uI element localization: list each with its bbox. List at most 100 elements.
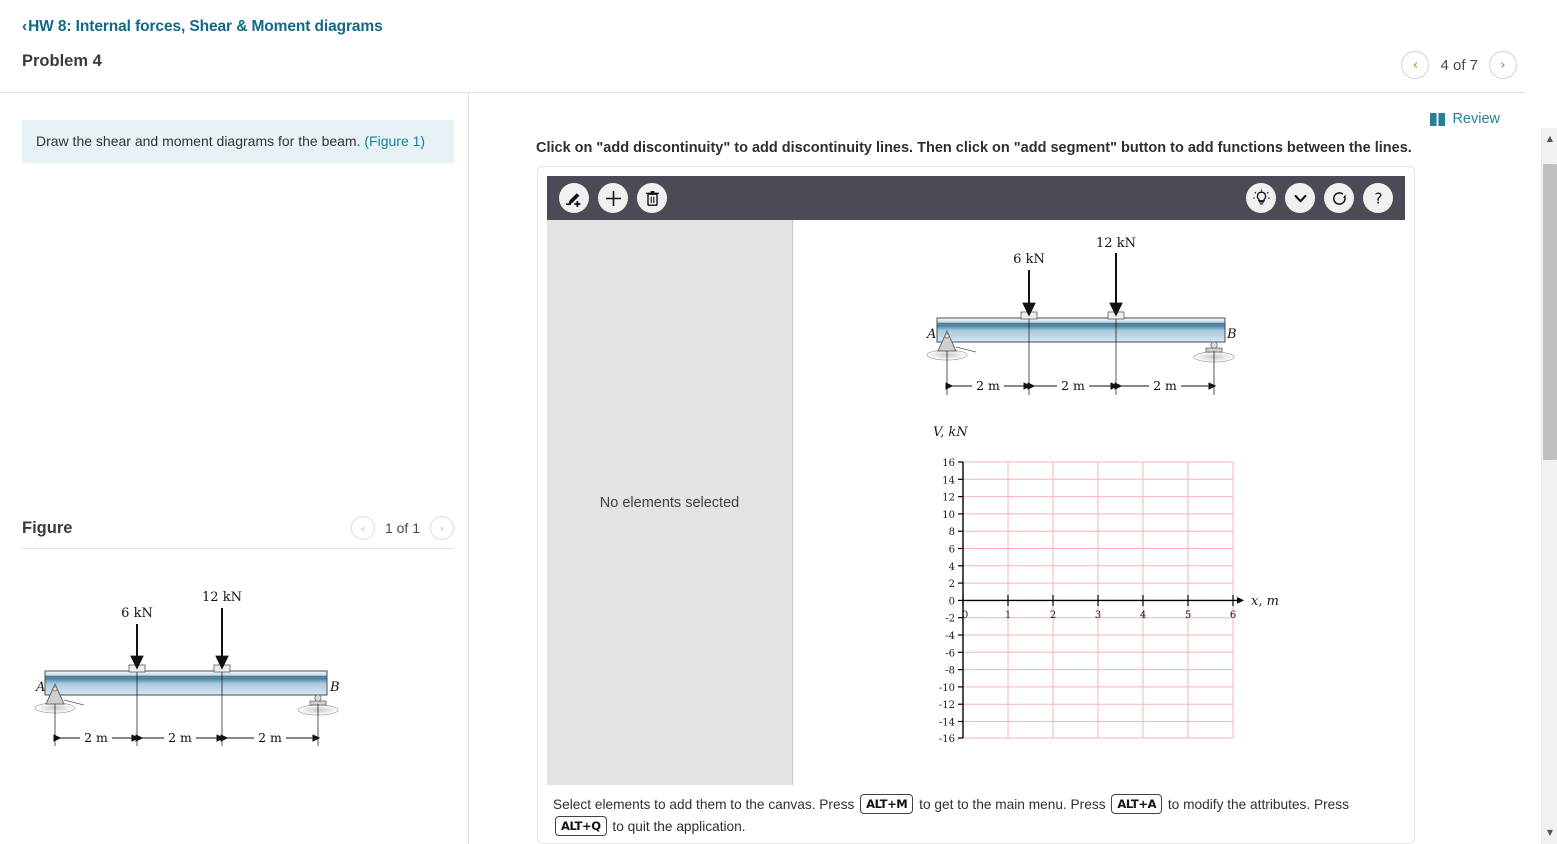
svg-text:2 m: 2 m bbox=[1061, 378, 1085, 393]
svg-text:2: 2 bbox=[1050, 610, 1056, 621]
hint-lightbulb-icon bbox=[1252, 189, 1270, 204]
svg-text:2 m: 2 m bbox=[976, 378, 1000, 393]
drawing-tool-panel: ? No elements selected 6 kN 12 kN A B 2 … bbox=[537, 166, 1415, 844]
figure-pager: ‹ 1 of 1 › bbox=[350, 516, 454, 540]
add-segment-icon bbox=[565, 192, 580, 207]
page-title: Problem 4 bbox=[22, 52, 102, 70]
svg-text:2: 2 bbox=[949, 579, 955, 590]
svg-text:16: 16 bbox=[942, 458, 955, 469]
svg-text:-16: -16 bbox=[939, 734, 955, 745]
problem-pager-label: 4 of 7 bbox=[1440, 56, 1478, 74]
svg-text:1: 1 bbox=[1005, 610, 1011, 621]
svg-text:0: 0 bbox=[949, 596, 955, 607]
drawing-toolbar: ? bbox=[547, 176, 1405, 220]
svg-text:2 m: 2 m bbox=[1153, 378, 1177, 393]
svg-text:4: 4 bbox=[1140, 610, 1146, 621]
assignment-back-link[interactable]: ‹HW 8: Internal forces, Shear & Moment d… bbox=[22, 18, 383, 36]
chart-xlabel: x, m bbox=[1251, 594, 1279, 609]
svg-text:0: 0 bbox=[962, 610, 968, 621]
figure-image[interactable]: 6 kN 12 kN A B 2 m 2 m 2 m bbox=[22, 586, 454, 796]
dim3-label: 2 m bbox=[258, 730, 282, 745]
next-problem-button[interactable]: › bbox=[1489, 51, 1517, 79]
no-elements-selected-text: No elements selected bbox=[599, 494, 740, 511]
more-options-button[interactable] bbox=[1285, 183, 1315, 213]
figure-reference-link[interactable]: (Figure 1) bbox=[364, 133, 425, 149]
status-text-part3: to modify the attributes. Press bbox=[1164, 797, 1349, 812]
toolbar-left-group bbox=[559, 183, 667, 213]
drawing-canvas[interactable]: 6 kN 12 kN A B 2 m 2 m 2 m V, kN 16 14 1… bbox=[793, 220, 1405, 785]
hint-button[interactable] bbox=[1246, 183, 1276, 213]
dim1-label: 2 m bbox=[84, 730, 108, 745]
review-label: Review bbox=[1452, 111, 1500, 127]
element-properties-panel[interactable]: No elements selected bbox=[547, 220, 793, 785]
svg-text:-10: -10 bbox=[939, 683, 955, 694]
prev-problem-button[interactable]: ‹ bbox=[1401, 51, 1430, 79]
canvas-beam-diagram-svg: 6 kN 12 kN A B 2 m 2 m 2 m bbox=[926, 236, 1237, 395]
svg-text:-2: -2 bbox=[945, 614, 955, 625]
status-text-part1: Select elements to add them to the canva… bbox=[553, 797, 859, 812]
next-figure-button[interactable]: › bbox=[430, 516, 454, 540]
problem-statement: Draw the shear and moment diagrams for t… bbox=[22, 120, 454, 163]
svg-text:B: B bbox=[1226, 327, 1237, 342]
column-divider bbox=[468, 93, 469, 844]
svg-text:-14: -14 bbox=[939, 718, 955, 729]
svg-text:-8: -8 bbox=[945, 666, 955, 677]
chevron-down-icon bbox=[1294, 194, 1306, 202]
review-link[interactable]: Review bbox=[1430, 111, 1500, 127]
svg-text:-4: -4 bbox=[945, 631, 955, 642]
svg-text:4: 4 bbox=[949, 562, 955, 573]
svg-text:12 kN: 12 kN bbox=[1096, 236, 1136, 251]
support-a-label: A bbox=[35, 680, 45, 695]
figure-heading: Figure bbox=[22, 518, 73, 537]
canvas-status-bar: Select elements to add them to the canva… bbox=[547, 785, 1405, 842]
chevron-right-icon: › bbox=[1500, 57, 1506, 73]
reset-button[interactable] bbox=[1324, 183, 1354, 213]
figure-header: Figure ‹ 1 of 1 › bbox=[22, 516, 454, 540]
svg-text:6 kN: 6 kN bbox=[1013, 252, 1045, 267]
chevron-right-icon: › bbox=[439, 521, 445, 535]
canvas-instructions: Click on "add discontinuity" to add disc… bbox=[536, 140, 1412, 156]
kbd-alt-a: ALT+A bbox=[1111, 794, 1163, 815]
page-scrollbar[interactable]: ▲ ▼ bbox=[1541, 128, 1557, 844]
kbd-alt-m: ALT+M bbox=[860, 794, 914, 815]
svg-text:12: 12 bbox=[942, 493, 955, 504]
chevron-left-icon: ‹ bbox=[1412, 57, 1419, 73]
svg-text:3: 3 bbox=[1095, 610, 1101, 621]
add-discontinuity-button[interactable] bbox=[598, 183, 628, 213]
chart-ylabel: V, kN bbox=[933, 425, 968, 440]
svg-text:8: 8 bbox=[949, 527, 955, 538]
book-icon bbox=[1430, 112, 1446, 126]
scroll-down-button[interactable]: ▼ bbox=[1542, 824, 1557, 840]
reset-icon bbox=[1332, 191, 1346, 205]
header-divider bbox=[0, 92, 1525, 93]
assignment-title: HW 8: Internal forces, Shear & Moment di… bbox=[28, 18, 383, 35]
page-root: ‹HW 8: Internal forces, Shear & Moment d… bbox=[0, 0, 1557, 844]
chart-x-ticklabels: 0 1 2 3 4 5 6 bbox=[962, 610, 1236, 621]
shear-diagram-chart[interactable]: V, kN 16 14 12 10 8 6 4 2 0 -2 -4 -6 -8 … bbox=[931, 420, 1291, 765]
plus-icon bbox=[605, 190, 621, 206]
help-icon: ? bbox=[1374, 189, 1382, 207]
problem-statement-text: Draw the shear and moment diagrams for t… bbox=[36, 133, 365, 149]
svg-text:6: 6 bbox=[949, 545, 955, 556]
chart-y-ticklabels: 16 14 12 10 8 6 4 2 0 -2 -4 -6 -8 -10 -1… bbox=[939, 458, 955, 745]
status-text-part2: to get to the main menu. Press bbox=[915, 797, 1110, 812]
figure-divider bbox=[22, 548, 454, 549]
toolbar-right-group: ? bbox=[1246, 183, 1393, 213]
prev-figure-button[interactable]: ‹ bbox=[350, 516, 375, 540]
figure-pager-label: 1 of 1 bbox=[384, 520, 420, 536]
add-segment-button[interactable] bbox=[559, 183, 589, 213]
help-button[interactable]: ? bbox=[1363, 183, 1393, 213]
svg-text:?: ? bbox=[1374, 189, 1382, 207]
problem-pager: ‹ 4 of 7 › bbox=[1401, 51, 1517, 79]
back-chevron-icon: ‹ bbox=[22, 18, 28, 35]
scroll-up-button[interactable]: ▲ bbox=[1542, 130, 1557, 146]
svg-text:10: 10 bbox=[942, 510, 955, 521]
svg-text:-6: -6 bbox=[945, 648, 955, 659]
status-text-part4: to quit the application. bbox=[608, 818, 746, 834]
load2-label: 12 kN bbox=[202, 590, 242, 605]
chevron-left-icon: ‹ bbox=[360, 521, 366, 535]
dim2-label: 2 m bbox=[168, 730, 192, 745]
delete-button[interactable] bbox=[637, 183, 667, 213]
scrollbar-thumb[interactable] bbox=[1543, 164, 1557, 460]
kbd-alt-q: ALT+Q bbox=[555, 815, 607, 837]
